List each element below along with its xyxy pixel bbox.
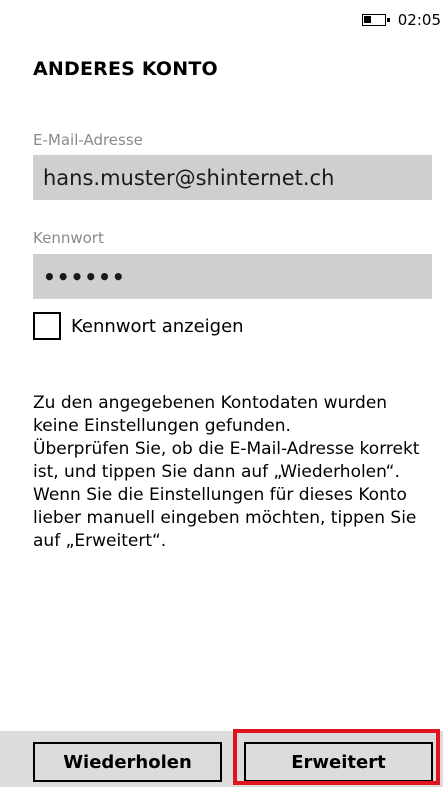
advanced-button[interactable]: Erweitert (244, 742, 433, 782)
email-label: E-Mail-Adresse (33, 131, 143, 149)
show-password-row[interactable]: Kennwort anzeigen (33, 312, 244, 340)
password-label: Kennwort (33, 229, 104, 247)
error-message-line-2: Überprüfen Sie, ob die E-Mail-Adresse ko… (33, 439, 420, 551)
battery-icon (361, 14, 390, 26)
status-bar: 02:05 (361, 0, 443, 40)
retry-button[interactable]: Wiederholen (33, 742, 222, 782)
password-field[interactable]: •••••• (33, 254, 432, 299)
error-message: Zu den angegebenen Kontodaten wurden kei… (33, 392, 438, 553)
error-message-line-1: Zu den angegebenen Kontodaten wurden kei… (33, 393, 388, 436)
email-field[interactable]: hans.muster@shinternet.ch (33, 155, 432, 200)
show-password-checkbox[interactable] (33, 312, 61, 340)
password-value: •••••• (43, 264, 126, 289)
battery-level-fill (363, 16, 371, 23)
status-time: 02:05 (397, 11, 441, 29)
email-value: hans.muster@shinternet.ch (43, 165, 335, 190)
page-title: ANDERES KONTO (33, 58, 218, 80)
account-setup-screen: 02:05 ANDERES KONTO E-Mail-Adresse hans.… (0, 0, 443, 787)
show-password-label: Kennwort anzeigen (71, 315, 244, 337)
